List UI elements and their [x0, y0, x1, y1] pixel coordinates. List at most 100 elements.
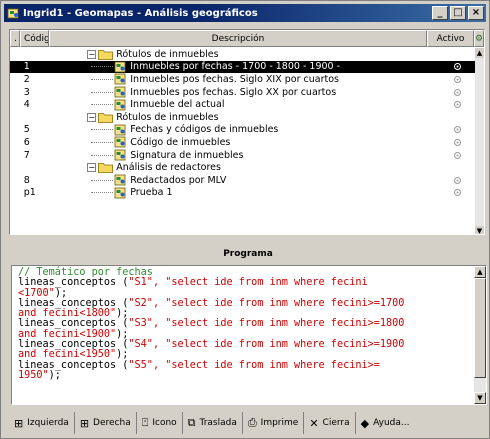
row-description: Prueba 1	[48, 187, 440, 200]
table-row[interactable]: 7 Signatura de inmuebles	[10, 149, 476, 162]
panel-splitter[interactable]	[9, 237, 485, 243]
active-gear-icon	[454, 63, 462, 71]
derecha-button[interactable]: ⊞ Derecha	[75, 412, 137, 434]
folder-icon	[98, 162, 116, 174]
code-token: "S1", "select ide from inm where fecini	[128, 277, 368, 289]
table-row[interactable]: 6 Código de inmuebles	[10, 136, 476, 149]
table-row[interactable]: 5 Fechas y códigos de inmuebles	[10, 124, 476, 137]
table-row[interactable]: 2 Inmuebles pos fechas. Siglo XIX por cua…	[10, 73, 476, 86]
map-document-icon	[114, 124, 130, 136]
row-active[interactable]	[440, 62, 476, 71]
conceptos-grid[interactable]: . Código Descripción Activo ⚙ − Rótulos d…	[9, 29, 485, 235]
table-row[interactable]: 3 Inmuebles pos fechas. Siglo XX por cuar…	[10, 86, 476, 99]
grid-rows: − Rótulos de inmuebles 1 Inmuebles por fech…	[10, 48, 476, 234]
row-label: Redactados por MLV	[130, 174, 227, 186]
row-description: − Análisis de redactores	[48, 161, 440, 174]
title-bar[interactable]: Ingrid1 - Geomapas - Análisis geográfico…	[4, 4, 486, 22]
row-label: Código de inmuebles	[130, 136, 231, 148]
row-description: Redactados por MLV	[48, 174, 440, 187]
row-code: 8	[23, 174, 30, 186]
scroll-down-icon[interactable]: ▼	[474, 392, 486, 404]
row-code: 4	[23, 99, 30, 111]
collapse-icon[interactable]: −	[87, 49, 97, 59]
row-code: 5	[23, 124, 30, 136]
row-active[interactable]	[440, 100, 476, 109]
close-button[interactable]: ×	[468, 6, 484, 20]
row-active[interactable]	[440, 75, 476, 84]
header-activo[interactable]: Activo	[427, 30, 474, 47]
derecha-icon: ⊞	[79, 416, 90, 430]
tree-folder-row[interactable]: − Rótulos de inmuebles	[10, 111, 476, 124]
toolbar-button-label: Imprime	[260, 418, 299, 428]
grid-scrollbar[interactable]: ▲ ▼	[475, 48, 484, 234]
row-description: − Rótulos de inmuebles	[48, 111, 440, 124]
izquierda-button[interactable]: ⊞ Izquierda	[9, 412, 75, 434]
code-line: 1950");	[18, 370, 470, 381]
ayuda-button[interactable]: ◆ Ayuda...	[356, 412, 415, 434]
tree-connector	[91, 129, 114, 131]
programa-title: Programa	[223, 249, 273, 259]
app-window: Ingrid1 - Geomapas - Análisis geográfico…	[0, 0, 490, 439]
map-document-icon	[114, 174, 130, 186]
toolbar-button-label: Cierra	[322, 418, 350, 428]
row-label: Inmuebles pos fechas. Siglo XIX por cuar…	[130, 73, 339, 85]
table-row[interactable]: 1 Inmuebles por fechas - 1700 - 1800 - 19…	[10, 60, 476, 74]
row-active[interactable]	[440, 88, 476, 97]
code-text[interactable]: // Temático por fechas lineas_conceptos (…	[18, 267, 470, 381]
table-row[interactable]: p1 Prueba 1	[10, 187, 476, 200]
row-active[interactable]	[440, 125, 476, 134]
traslada-button[interactable]: ⧉ Traslada	[183, 412, 243, 434]
tree-connector	[91, 179, 114, 181]
table-row[interactable]: 4 Inmueble del actual	[10, 98, 476, 111]
row-description: Signatura de inmuebles	[48, 149, 440, 162]
imprime-button[interactable]: ⎙ Imprime	[243, 412, 305, 434]
cierra-button[interactable]: ✕ Cierra	[304, 412, 356, 434]
programa-editor[interactable]: // Temático por fechas lineas_conceptos (…	[11, 265, 487, 405]
window-title: Ingrid1 - Geomapas - Análisis geográfico…	[23, 7, 258, 19]
header-dot[interactable]: .	[10, 30, 20, 47]
tree-connector	[91, 154, 114, 156]
table-row[interactable]: 8 Redactados por MLV	[10, 174, 476, 187]
row-label: Rótulos de inmuebles	[116, 48, 219, 60]
scroll-up-icon[interactable]: ▲	[475, 48, 484, 58]
folder-icon	[98, 112, 116, 123]
icono-button[interactable]: ⍞ Icono	[137, 412, 183, 434]
active-gear-icon	[454, 101, 462, 109]
header-extra-icon[interactable]: ⚙	[474, 30, 484, 47]
tree-folder-row[interactable]: − Análisis de redactores	[10, 161, 476, 174]
code-line: lineas_conceptos ("S1", "select ide from…	[18, 278, 470, 288]
header-codigo[interactable]: Código	[20, 30, 49, 47]
row-active[interactable]	[440, 138, 476, 147]
scroll-up-icon[interactable]: ▲	[474, 266, 486, 278]
scroll-thumb[interactable]	[474, 278, 486, 378]
code-token: "S4", "select ide from inm where fecini>…	[128, 339, 405, 351]
scroll-down-icon[interactable]: ▼	[475, 226, 484, 234]
tree-connector	[91, 78, 114, 80]
row-description: Inmuebles pos fechas. Siglo XX por cuart…	[48, 86, 440, 99]
maximize-button[interactable]: □	[450, 6, 466, 20]
active-gear-icon	[454, 176, 462, 184]
app-icon	[6, 6, 20, 20]
map-document-icon	[114, 99, 130, 111]
collapse-icon[interactable]: −	[87, 163, 97, 173]
traslada-icon: ⧉	[187, 416, 196, 429]
code-scrollbar[interactable]: ▲ ▼	[474, 266, 486, 404]
map-document-icon	[114, 149, 130, 161]
tree-connector	[91, 91, 114, 93]
collapse-icon[interactable]: −	[87, 112, 97, 122]
row-code: 7	[23, 149, 30, 161]
grid-header: . Código Descripción Activo ⚙	[10, 30, 484, 47]
row-active[interactable]	[440, 151, 476, 160]
active-gear-icon	[454, 126, 462, 134]
row-label: Inmuebles pos fechas. Siglo XX por cuart…	[130, 86, 337, 98]
tree-folder-row[interactable]: − Rótulos de inmuebles	[10, 48, 476, 61]
row-active[interactable]	[440, 176, 476, 185]
row-active[interactable]	[440, 188, 476, 197]
row-label: Fechas y códigos de inmuebles	[130, 124, 279, 136]
header-descripcion[interactable]: Descripción	[49, 30, 427, 47]
ayuda-icon: ◆	[360, 416, 370, 430]
minimize-button[interactable]: _	[432, 6, 448, 20]
tree-connector	[91, 66, 114, 68]
imprime-icon: ⎙	[247, 416, 257, 429]
active-gear-icon	[454, 75, 462, 83]
